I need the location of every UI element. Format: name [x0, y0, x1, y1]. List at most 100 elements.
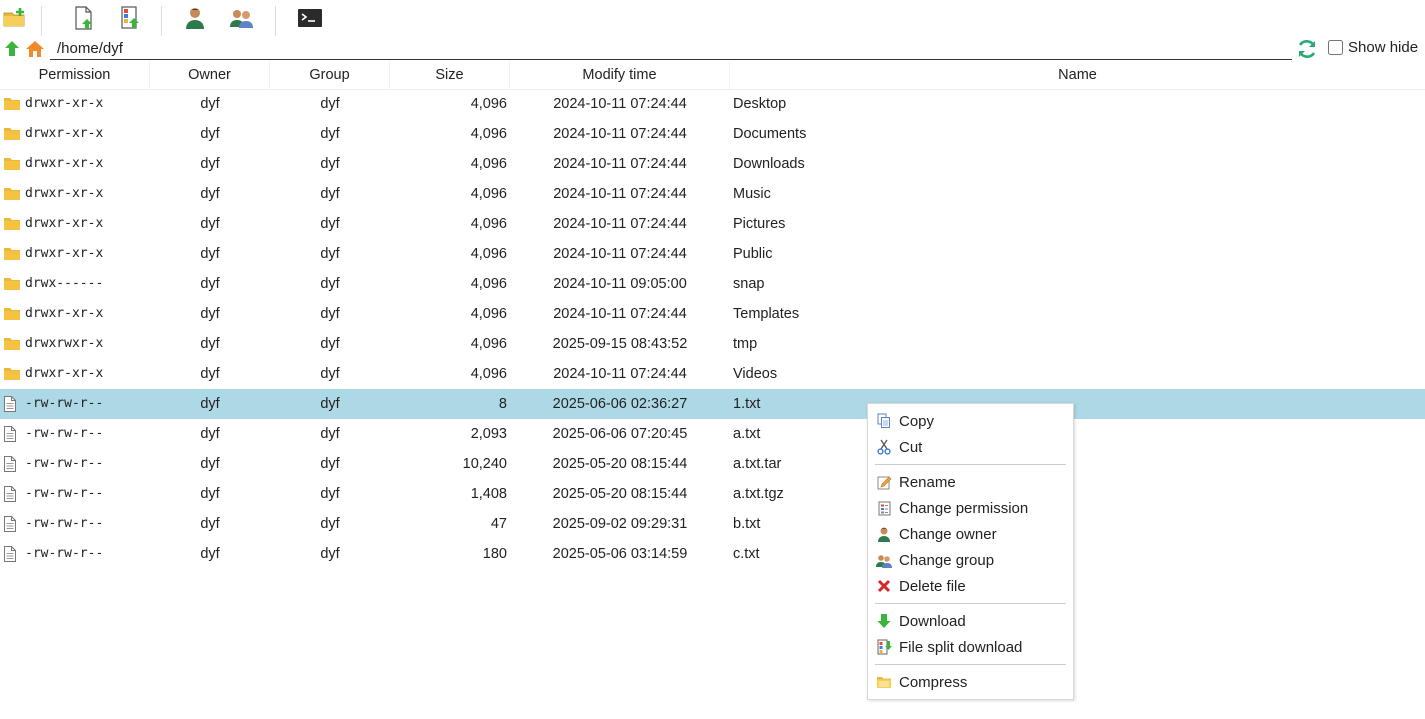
menu-item-change-permission[interactable]: Change permission [868, 495, 1073, 521]
cell-permission: -rw-rw-r-- [25, 396, 104, 411]
menu-item-label: Compress [899, 673, 968, 691]
refresh-icon[interactable] [1296, 38, 1318, 60]
menu-item-label: Rename [899, 473, 956, 491]
folder-icon [3, 336, 21, 352]
file-icon [3, 456, 21, 472]
table-row[interactable]: -rw-rw-r-- dyf dyf 2,093 2025-06-06 07:20:45… [0, 419, 1425, 449]
table-row[interactable]: drwxr-xr-x dyf dyf 4,096 2024-10-11 07:24:44… [0, 119, 1425, 149]
group-icon [229, 6, 255, 34]
cell-size: 4,096 [470, 276, 507, 292]
folder-icon [3, 366, 21, 382]
upload-split-file-icon [118, 5, 142, 35]
cell-permission: -rw-rw-r-- [25, 456, 104, 471]
cell-modify-time: 2025-06-06 02:36:27 [552, 396, 688, 412]
table-row[interactable]: -rw-rw-r-- dyf dyf 47 2025-09-02 09:29:31 b.t… [0, 509, 1425, 539]
menu-item-label: Delete file [899, 577, 966, 595]
header-name[interactable]: Name [730, 62, 1425, 89]
table-row[interactable]: -rw-rw-r-- dyf dyf 1,408 2025-05-20 08:15:44… [0, 479, 1425, 509]
table-row[interactable]: drwxr-xr-x dyf dyf 4,096 2024-10-11 07:24:44… [0, 359, 1425, 389]
table-row[interactable]: drwxr-xr-x dyf dyf 4,096 2024-10-11 07:24:44… [0, 179, 1425, 209]
cell-group: dyf [320, 246, 340, 262]
terminal-button[interactable] [296, 6, 324, 34]
show-hide-checkbox[interactable] [1328, 40, 1343, 55]
cell-group: dyf [320, 96, 340, 112]
cell-group: dyf [320, 126, 340, 142]
cell-owner: dyf [200, 156, 220, 172]
table-row[interactable]: -rw-rw-r-- dyf dyf 180 2025-05-06 03:14:59 c.… [0, 539, 1425, 569]
table-row[interactable]: drwxr-xr-x dyf dyf 4,096 2024-10-11 07:24:44… [0, 209, 1425, 239]
cell-name: Music [733, 186, 771, 202]
group-button[interactable] [228, 6, 256, 34]
download-icon [876, 613, 892, 629]
menu-item-rename[interactable]: Rename [868, 469, 1073, 495]
folder-icon [3, 246, 21, 262]
cell-group: dyf [320, 186, 340, 202]
header-modify-time[interactable]: Modify time [510, 62, 730, 89]
cell-owner: dyf [200, 216, 220, 232]
menu-item-download[interactable]: Download [868, 608, 1073, 634]
user-button[interactable] [181, 6, 209, 34]
file-icon [3, 396, 21, 412]
menu-item-delete-file[interactable]: Delete file [868, 573, 1073, 599]
cell-name: c.txt [733, 546, 760, 562]
table-row[interactable]: -rw-rw-r-- dyf dyf 8 2025-06-06 02:36:27 1.tx… [0, 389, 1425, 419]
header-group[interactable]: Group [270, 62, 390, 89]
cell-size: 4,096 [470, 156, 507, 172]
upload-file-button[interactable] [70, 6, 98, 34]
cell-permission: drwxrwxr-x [25, 336, 104, 351]
cell-modify-time: 2025-05-20 08:15:44 [552, 456, 688, 472]
cell-group: dyf [320, 396, 340, 412]
up-arrow-icon[interactable] [3, 40, 21, 58]
table-row[interactable]: -rw-rw-r-- dyf dyf 10,240 2025-05-20 08:15:4… [0, 449, 1425, 479]
menu-item-change-owner[interactable]: Change owner [868, 521, 1073, 547]
cell-group: dyf [320, 276, 340, 292]
table-row[interactable]: drwxr-xr-x dyf dyf 4,096 2024-10-11 07:24:44… [0, 299, 1425, 329]
cell-size: 180 [482, 546, 507, 562]
new-folder-button[interactable] [1, 6, 29, 34]
group-icon [876, 552, 892, 568]
split-download-icon [876, 639, 892, 655]
cell-modify-time: 2024-10-11 07:24:44 [553, 366, 687, 382]
cell-permission: drwxr-xr-x [25, 306, 104, 321]
table-row[interactable]: drwxr-xr-x dyf dyf 4,096 2024-10-11 07:24:44… [0, 239, 1425, 269]
cell-name: a.txt [733, 426, 761, 442]
upload-split-button[interactable] [116, 6, 144, 34]
compress-icon [876, 674, 892, 690]
cell-owner: dyf [200, 366, 220, 382]
cell-group: dyf [320, 426, 340, 442]
menu-item-cut[interactable]: Cut [868, 434, 1073, 460]
menu-item-change-group[interactable]: Change group [868, 547, 1073, 573]
user-icon [183, 6, 207, 34]
cell-modify-time: 2025-05-06 03:14:59 [552, 546, 688, 562]
cell-permission: drwxr-xr-x [25, 96, 104, 111]
cell-owner: dyf [200, 516, 220, 532]
menu-item-label: Change group [899, 551, 995, 569]
cell-modify-time: 2024-10-11 07:24:44 [553, 96, 687, 112]
header-owner[interactable]: Owner [150, 62, 270, 89]
table-row[interactable]: drwxr-xr-x dyf dyf 4,096 2024-10-11 07:24:44… [0, 89, 1425, 119]
menu-item-copy[interactable]: Copy [868, 408, 1073, 434]
cell-size: 4,096 [470, 336, 507, 352]
header-size[interactable]: Size [390, 62, 510, 89]
cell-permission: drwxr-xr-x [25, 186, 104, 201]
cell-owner: dyf [200, 306, 220, 322]
folder-icon [3, 306, 21, 322]
table-row[interactable]: drwxrwxr-x dyf dyf 4,096 2025-09-15 08:43:52… [0, 329, 1425, 359]
cell-permission: drwxr-xr-x [25, 156, 104, 171]
menu-item-compress[interactable]: Compress [868, 669, 1073, 695]
menu-separator [875, 603, 1066, 604]
table-row[interactable]: drwx------ dyf dyf 4,096 2024-10-11 09:05:00… [0, 269, 1425, 299]
table-row[interactable]: drwxr-xr-x dyf dyf 4,096 2024-10-11 07:24:44… [0, 149, 1425, 179]
cell-permission: drwxr-xr-x [25, 126, 104, 141]
cell-owner: dyf [200, 246, 220, 262]
file-icon [3, 486, 21, 502]
path-input[interactable] [50, 38, 1292, 60]
cell-modify-time: 2024-10-11 09:05:00 [553, 276, 687, 292]
menu-item-file-split-download[interactable]: File split download [868, 634, 1073, 660]
show-hide-toggle[interactable]: Show hide [1328, 39, 1418, 56]
header-permission[interactable]: Permission [0, 62, 150, 89]
cell-size: 4,096 [470, 96, 507, 112]
menu-item-label: Download [899, 612, 966, 630]
home-icon[interactable] [25, 40, 44, 58]
cell-modify-time: 2024-10-11 07:24:44 [553, 186, 687, 202]
